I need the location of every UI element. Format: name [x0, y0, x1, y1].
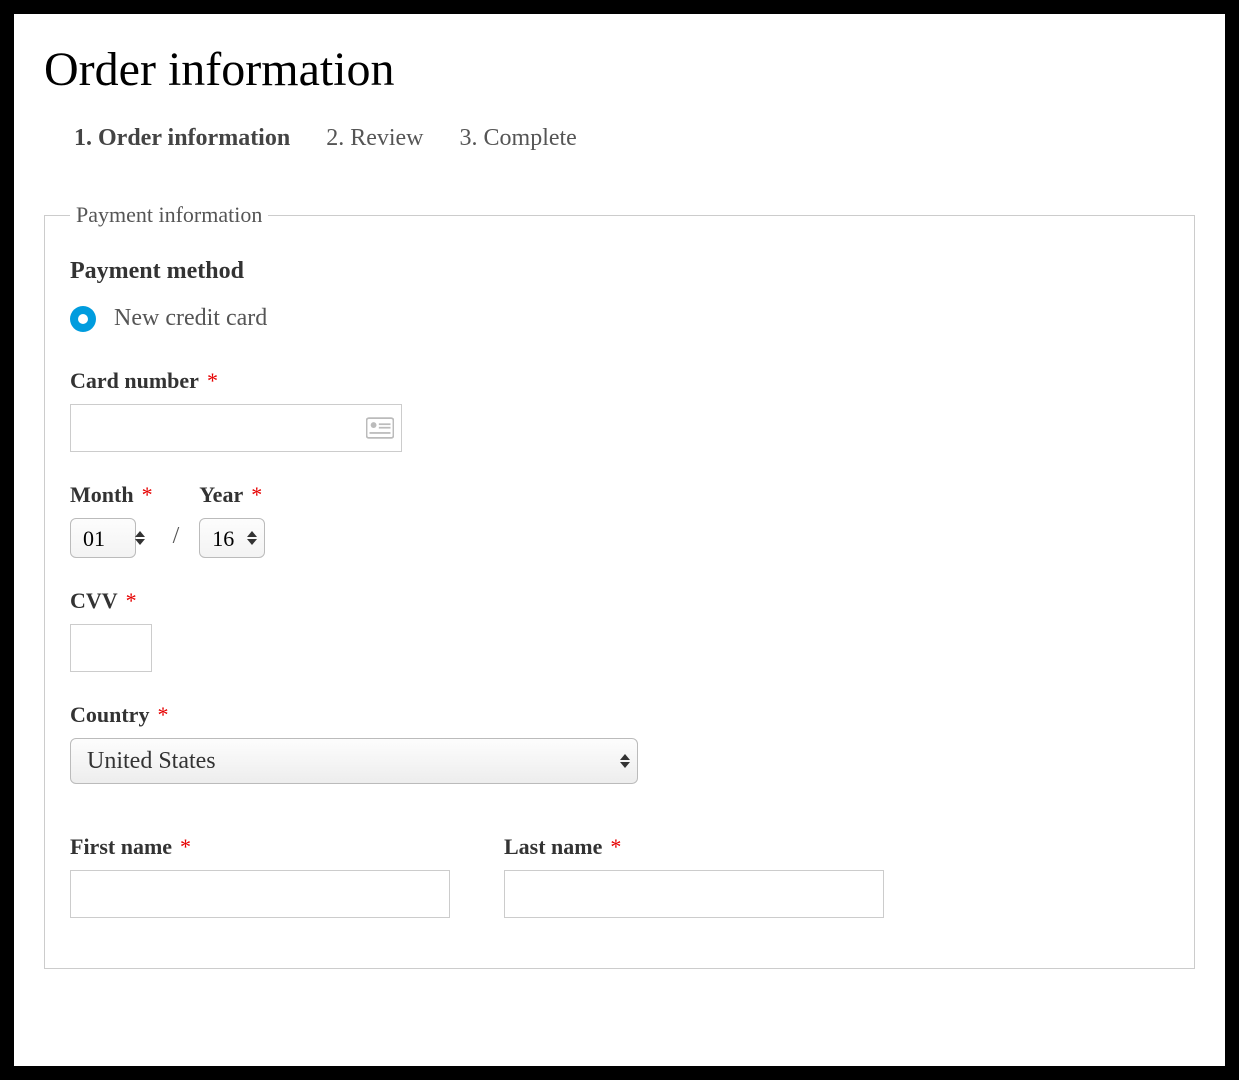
cvv-label: CVV — [70, 588, 118, 614]
month-label: Month — [70, 482, 134, 508]
fieldset-legend: Payment information — [70, 202, 268, 228]
step-review: 2. Review — [326, 125, 423, 152]
required-marker: * — [251, 482, 262, 507]
month-select[interactable]: 01 — [70, 518, 136, 558]
required-marker: * — [142, 482, 153, 507]
last-name-label: Last name — [504, 834, 602, 860]
card-number-label: Card number — [70, 368, 199, 394]
payment-method-option[interactable]: New credit card — [70, 305, 1169, 332]
step-complete: 3. Complete — [460, 125, 577, 152]
select-stepper-icon — [135, 531, 145, 545]
cvv-input[interactable] — [70, 624, 152, 672]
last-name-input[interactable] — [504, 870, 884, 918]
payment-method-option-label: New credit card — [114, 305, 267, 332]
checkout-steps: 1. Order information 2. Review 3. Comple… — [44, 125, 1195, 152]
required-marker: * — [180, 834, 191, 859]
expiry-separator: / — [173, 523, 180, 558]
card-number-input[interactable] — [70, 404, 402, 452]
page-title: Order information — [44, 42, 1195, 97]
required-marker: * — [610, 834, 621, 859]
country-label: Country — [70, 702, 149, 728]
year-select[interactable]: 16 — [199, 518, 265, 558]
required-marker: * — [126, 588, 137, 613]
step-order-information: 1. Order information — [74, 125, 290, 152]
radio-selected-icon[interactable] — [70, 306, 96, 332]
payment-information-fieldset: Payment information Payment method New c… — [44, 202, 1195, 969]
year-label: Year — [199, 482, 243, 508]
payment-method-heading: Payment method — [70, 258, 1169, 285]
required-marker: * — [207, 368, 218, 393]
first-name-input[interactable] — [70, 870, 450, 918]
required-marker: * — [157, 702, 168, 727]
credit-card-icon — [366, 417, 394, 439]
country-select[interactable]: United States — [70, 738, 638, 784]
first-name-label: First name — [70, 834, 172, 860]
